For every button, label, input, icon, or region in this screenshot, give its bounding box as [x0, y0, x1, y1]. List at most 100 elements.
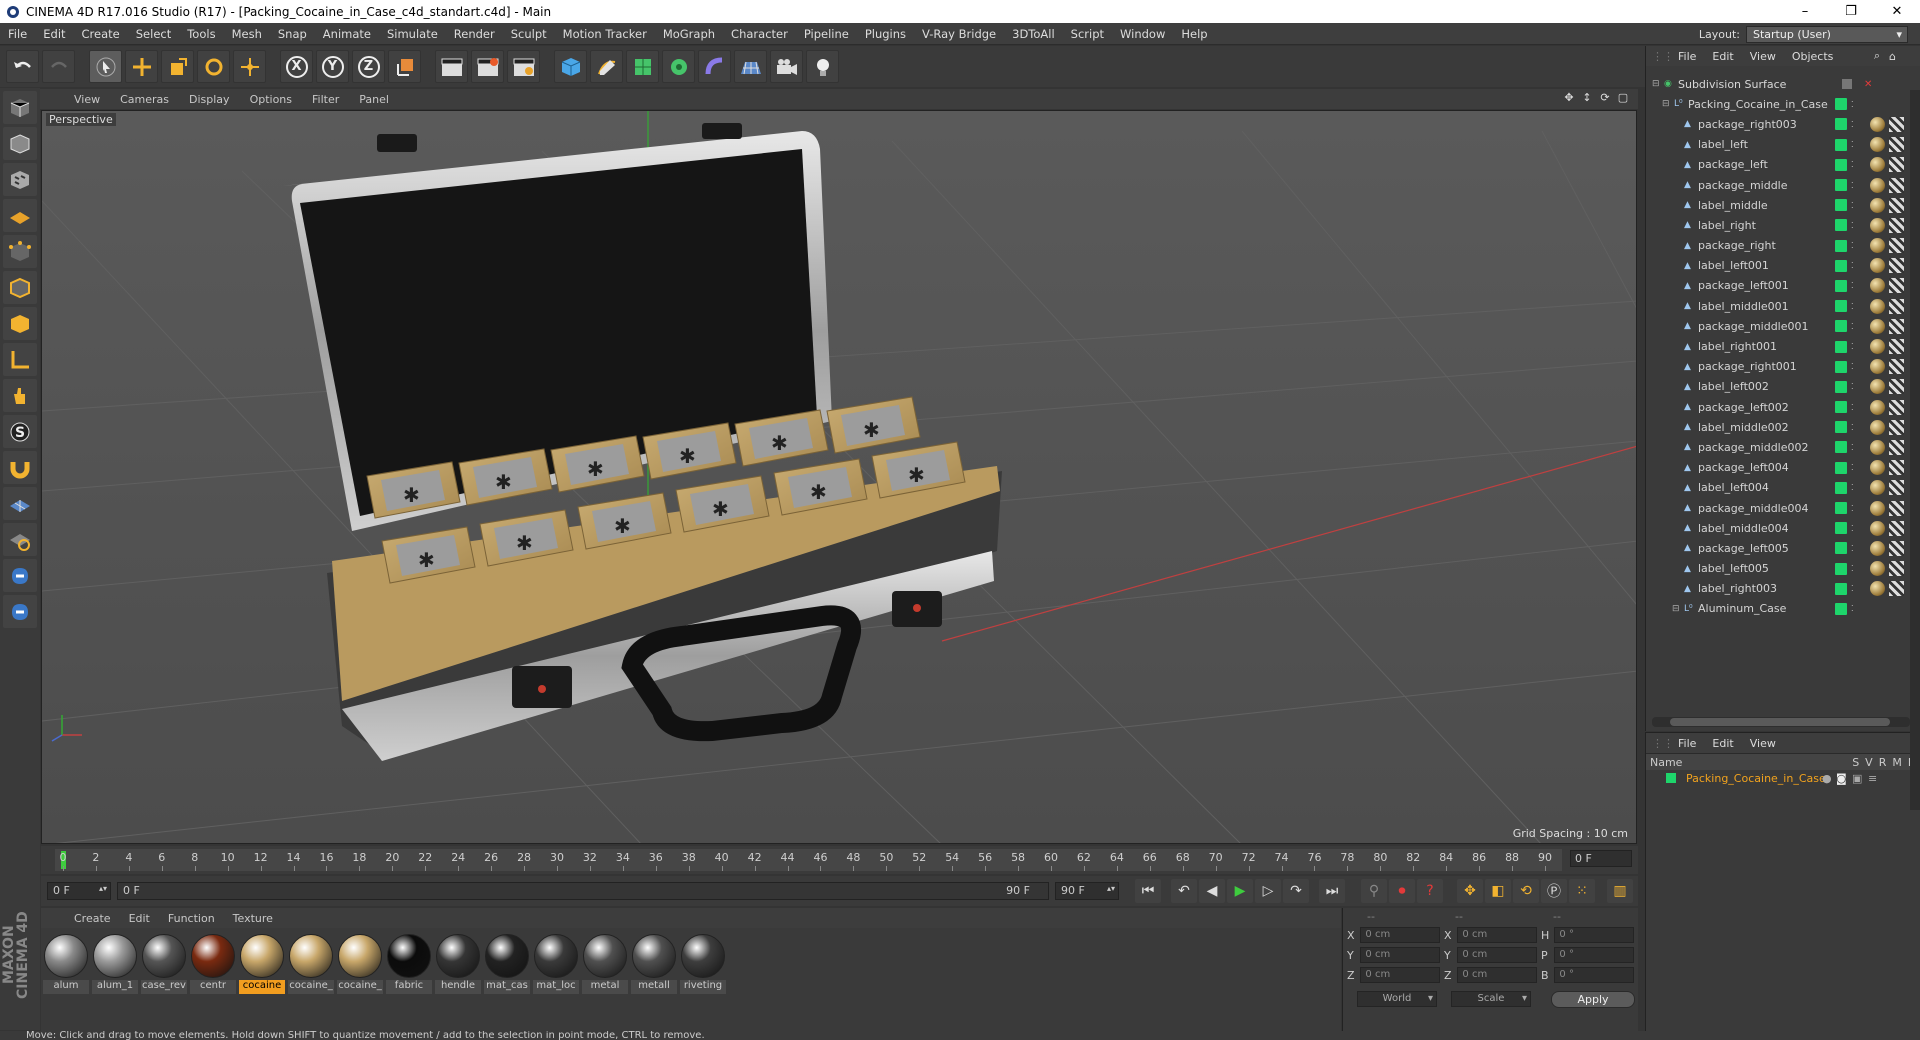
add-camera-button[interactable]: [770, 50, 803, 83]
add-environment-button[interactable]: [734, 50, 767, 83]
visibility-dots-icon[interactable]: ⁚: [1851, 120, 1854, 129]
material-slot[interactable]: hendle: [435, 934, 481, 994]
texture-tag-icon[interactable]: [1889, 500, 1904, 516]
menu-animate[interactable]: Animate: [315, 27, 379, 41]
object-tree-row[interactable]: ▲ package_left001 ⁚: [1646, 276, 1920, 296]
delete-icon[interactable]: ✕: [1864, 79, 1872, 90]
record-position-button[interactable]: ✥: [1457, 879, 1483, 903]
material-preview-ball[interactable]: [240, 934, 284, 978]
expand-toggle-icon[interactable]: ⊟: [1652, 79, 1660, 89]
object-tree-row[interactable]: ▲ package_right001 ⁚: [1646, 357, 1920, 377]
minimize-button[interactable]: –: [1782, 0, 1828, 23]
add-generator-button[interactable]: [626, 50, 659, 83]
texture-tag-icon[interactable]: [1889, 177, 1904, 193]
points-mode-button[interactable]: [3, 235, 37, 268]
menu-file[interactable]: File: [0, 27, 35, 41]
material-tag-icon[interactable]: [1870, 419, 1885, 435]
timeline-ruler[interactable]: 0 2 4 6 8 10 12 14 16 18 20 22 24 26 28 30 32 34 36 38 40 42 4…: [55, 849, 1562, 871]
menu-script[interactable]: Script: [1063, 27, 1112, 41]
visible-icon[interactable]: ◙: [1836, 772, 1847, 785]
material-tag-icon[interactable]: [1870, 258, 1885, 274]
timeline-frame-field[interactable]: 0 F: [1570, 850, 1632, 867]
manager-icon[interactable]: ≡: [1868, 772, 1877, 785]
object-tree-row[interactable]: ▲ label_left002 ⁚: [1646, 377, 1920, 397]
menu-tools[interactable]: Tools: [179, 27, 223, 41]
viewport-menu-cameras[interactable]: Cameras: [110, 93, 179, 106]
material-tag-icon[interactable]: [1870, 116, 1885, 132]
material-slot[interactable]: fabric: [386, 934, 432, 994]
viewport-menu-view[interactable]: View: [64, 93, 110, 106]
scale-tool-button[interactable]: [161, 50, 194, 83]
redo-button[interactable]: [42, 50, 75, 83]
x-axis-lock-button[interactable]: X: [280, 50, 313, 83]
object-tree-row[interactable]: ⊟ L⁰ Packing_Cocaine_in_Case ⁚: [1646, 94, 1920, 114]
object-tree-row[interactable]: ▲ label_middle004 ⁚: [1646, 518, 1920, 538]
layer-row[interactable]: Packing_Cocaine_in_Case ● ◙ ▣ ≡: [1646, 770, 1920, 786]
texture-tag-icon[interactable]: [1889, 217, 1904, 233]
visibility-dots-icon[interactable]: ⁚: [1851, 483, 1854, 492]
texture-tag-icon[interactable]: [1889, 339, 1904, 355]
add-cube-button[interactable]: [554, 50, 587, 83]
material-preview-ball[interactable]: [289, 934, 333, 978]
material-tag-icon[interactable]: [1870, 561, 1885, 577]
maximize-view-icon[interactable]: ▢: [1616, 91, 1630, 105]
object-tree-row[interactable]: ▲ package_left005 ⁚: [1646, 538, 1920, 558]
render-icon[interactable]: ▣: [1852, 772, 1862, 785]
material-tag-icon[interactable]: [1870, 500, 1885, 516]
viewport-menu-options[interactable]: Options: [240, 93, 302, 106]
layer-menu-view[interactable]: View: [1742, 737, 1784, 750]
size-field[interactable]: 0 cm: [1457, 947, 1537, 963]
layer-color-dot[interactable]: [1835, 502, 1847, 515]
record-rotation-button[interactable]: ⟲: [1513, 879, 1539, 903]
material-tag-icon[interactable]: [1870, 399, 1885, 415]
object-menu-edit[interactable]: Edit: [1704, 50, 1741, 63]
texture-tag-icon[interactable]: [1889, 298, 1904, 314]
go-to-end-button[interactable]: ⏭: [1319, 879, 1345, 903]
material-tag-icon[interactable]: [1870, 359, 1885, 375]
material-preview-ball[interactable]: [632, 934, 676, 978]
visibility-dots-icon[interactable]: ⁚: [1851, 100, 1854, 109]
object-tree-row[interactable]: ▲ label_right ⁚: [1646, 215, 1920, 235]
preview-range-slider[interactable]: 0 F 90 F: [117, 882, 1049, 900]
texture-tag-icon[interactable]: [1889, 540, 1904, 556]
material-preview-ball[interactable]: [387, 934, 431, 978]
visibility-dots-icon[interactable]: ⁚: [1851, 584, 1854, 593]
layer-color-dot[interactable]: [1835, 199, 1847, 212]
texture-tag-icon[interactable]: [1889, 258, 1904, 274]
object-tree-row[interactable]: ▲ package_left ⁚: [1646, 155, 1920, 175]
visibility-dots-icon[interactable]: ⁚: [1851, 524, 1854, 533]
texture-tag-icon[interactable]: [1889, 359, 1904, 375]
layer-color-dot[interactable]: [1835, 461, 1847, 474]
object-tree-row[interactable]: ▲ label_middle002 ⁚: [1646, 417, 1920, 437]
material-tag-icon[interactable]: [1870, 157, 1885, 173]
layer-color-dot[interactable]: [1835, 602, 1847, 615]
layer-color-dot[interactable]: [1835, 562, 1847, 575]
material-slot[interactable]: centr: [190, 934, 236, 994]
material-slot[interactable]: case_rev: [141, 934, 187, 994]
material-preview-ball[interactable]: [338, 934, 382, 978]
material-tag-icon[interactable]: [1870, 217, 1885, 233]
menu-pipeline[interactable]: Pipeline: [796, 27, 857, 41]
object-tree-row[interactable]: ▲ package_middle ⁚: [1646, 175, 1920, 195]
previous-frame-button[interactable]: ◀: [1199, 879, 1225, 903]
material-tag-icon[interactable]: [1870, 480, 1885, 496]
material-preview-ball[interactable]: [681, 934, 725, 978]
layer-color-dot[interactable]: [1835, 320, 1847, 333]
undo-button[interactable]: [6, 50, 39, 83]
timeline-layout-button[interactable]: ▥: [1607, 879, 1633, 903]
object-tree-row[interactable]: ▲ label_middle ⁚: [1646, 195, 1920, 215]
material-tag-icon[interactable]: [1870, 318, 1885, 334]
menu-mesh[interactable]: Mesh: [224, 27, 270, 41]
layer-color-dot[interactable]: [1835, 158, 1847, 171]
material-preview-ball[interactable]: [436, 934, 480, 978]
visibility-dots-icon[interactable]: ⁚: [1851, 564, 1854, 573]
coordinate-system-button[interactable]: [388, 50, 421, 83]
visibility-dots-icon[interactable]: ⁚: [1851, 160, 1854, 169]
material-preview-ball[interactable]: [534, 934, 578, 978]
edges-mode-button[interactable]: [3, 271, 37, 304]
model-mode-button[interactable]: [3, 127, 37, 160]
material-slot[interactable]: cocaine: [239, 934, 285, 994]
material-slot[interactable]: mat_cas: [484, 934, 530, 994]
texture-tag-icon[interactable]: [1889, 480, 1904, 496]
material-preview-ball[interactable]: [93, 934, 137, 978]
